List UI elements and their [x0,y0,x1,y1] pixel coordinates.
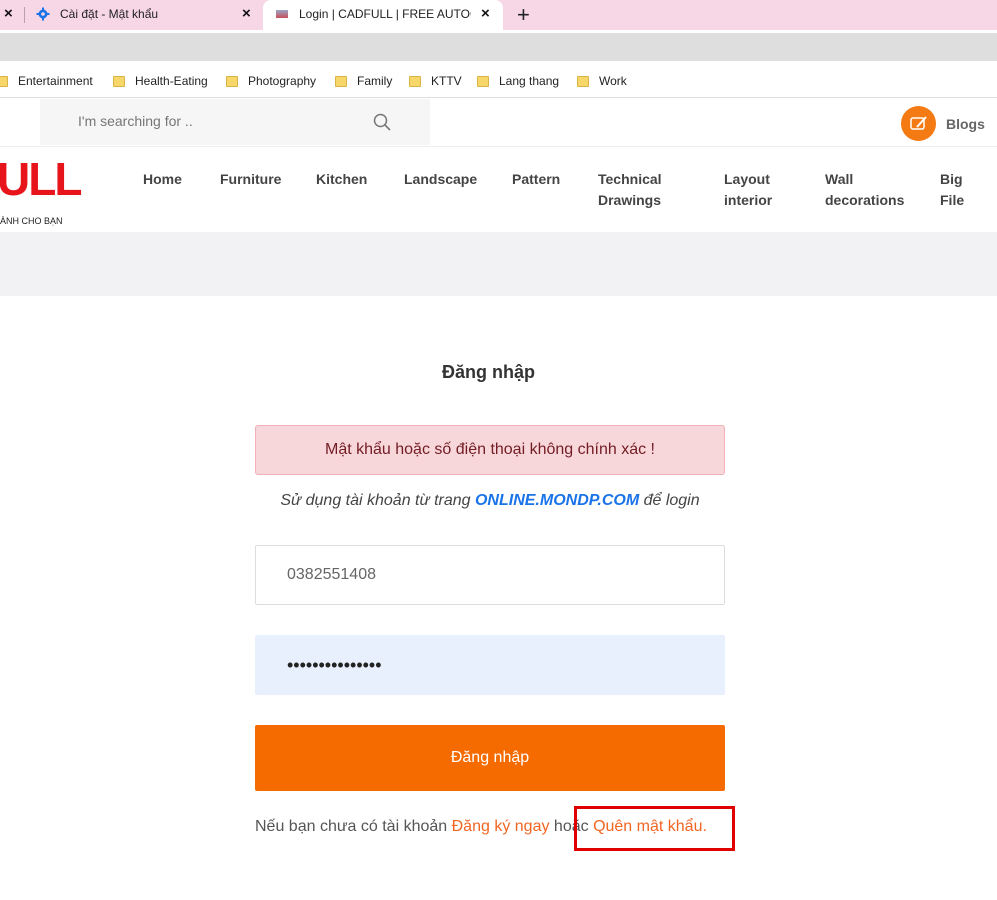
site-header: Blogs [0,99,997,147]
nav-item-layout-interior[interactable]: Layout interior [724,169,772,211]
search-box [40,99,430,145]
bookmark-label: Health-Eating [135,74,208,88]
nav-label: Home [143,171,182,187]
nav-label: Landscape [404,171,478,187]
search-icon[interactable] [373,113,391,136]
nav-label: Wall [825,171,854,187]
folder-icon [335,75,347,87]
bookmark-label: Photography [248,74,317,88]
login-hint: Sử dụng tài khoản từ trang ONLINE.MONDP.… [255,492,725,510]
nav-label: Big [940,171,963,187]
footer-prefix: Nếu bạn chưa có tài khoản [255,818,452,835]
tab-previous-partial[interactable]: × [0,0,24,30]
main-navigation: ULL ÀNH CHO BẠN Home Furniture Kitchen L… [0,148,997,232]
login-title: Đăng nhập [442,362,535,382]
bookmark-work[interactable]: Work [577,73,627,89]
folder-icon [577,75,589,87]
nav-item-big-file[interactable]: Big File [940,169,964,211]
tab-divider [24,7,25,23]
bookmark-health-eating[interactable]: Health-Eating [113,73,208,89]
nav-item-furniture[interactable]: Furniture [220,169,281,190]
close-tab-icon[interactable]: × [242,5,251,22]
tab-title: Login | CADFULL | FREE AUTOCAD [299,7,471,21]
tab-login-cadfull[interactable]: Login | CADFULL | FREE AUTOCAD × [263,0,503,30]
logo-text: ULL [0,153,82,205]
folder-icon [113,75,125,87]
error-message: Mật khẩu hoặc số điện thoại không chính … [325,441,655,458]
new-tab-button[interactable]: + [517,2,530,28]
browser-tab-strip: × Cài đặt - Mật khẩu × Login | CADFULL |… [0,0,997,30]
bookmarks-bar: Entertainment Health-Eating Photography … [0,64,997,98]
error-alert: Mật khẩu hoặc số điện thoại không chính … [255,425,725,475]
logo-tagline: ÀNH CHO BẠN [0,216,63,226]
blogs-link[interactable]: Blogs [901,106,985,141]
nav-label: File [940,192,965,208]
bookmark-kttv[interactable]: KTTV [409,73,462,89]
password-field[interactable] [255,635,725,695]
phone-field[interactable] [255,545,725,605]
bookmark-family[interactable]: Family [335,73,392,89]
hint-prefix: Sử dụng tài khoản từ trang [280,492,475,509]
gear-icon [36,7,50,24]
nav-label: Furniture [220,171,282,187]
bookmark-lang-thang[interactable]: Lang thang [477,73,559,89]
folder-icon [0,75,8,87]
folder-icon [409,75,421,87]
tab-title: Cài đặt - Mật khẩu [60,7,159,21]
nav-item-technical-drawings[interactable]: Technical Drawings [598,169,662,211]
nav-item-home[interactable]: Home [143,169,182,190]
nav-label: interior [724,192,773,208]
tab-settings-password[interactable]: Cài đặt - Mật khẩu × [26,0,262,30]
bookmark-label: Lang thang [499,74,560,88]
register-link[interactable]: Đăng ký ngay [452,818,550,835]
nav-label: Technical [598,171,662,187]
nav-item-wall-decorations[interactable]: Wall decorations [825,169,904,211]
site-logo[interactable]: ULL ÀNH CHO BẠN [0,153,82,226]
blogs-label: Blogs [946,115,985,132]
nav-label: Pattern [512,171,561,187]
bookmark-label: Entertainment [18,74,93,88]
search-input[interactable] [78,113,378,129]
close-tab-icon[interactable]: × [481,5,490,22]
nav-label: Kitchen [316,171,368,187]
folder-icon [477,75,489,87]
nav-item-pattern[interactable]: Pattern [512,169,560,190]
bookmark-label: Work [599,74,627,88]
nav-label: decorations [825,192,905,208]
bookmark-label: Family [357,74,393,88]
site-favicon [276,10,288,18]
bookmark-label: KTTV [431,74,462,88]
hint-suffix: để login [639,492,700,509]
bookmark-entertainment[interactable]: Entertainment [0,73,93,89]
folder-icon [226,75,238,87]
nav-item-landscape[interactable]: Landscape [404,169,477,190]
close-tab-icon[interactable]: × [4,5,13,22]
annotation-highlight-box [574,806,735,851]
hint-link[interactable]: ONLINE.MONDP.COM [475,492,639,509]
nav-label: Layout [724,171,770,187]
address-bar[interactable] [0,33,997,61]
nav-item-kitchen[interactable]: Kitchen [316,169,367,190]
login-button[interactable]: Đăng nhập [255,725,725,791]
nav-label: Drawings [598,192,662,208]
bookmark-photography[interactable]: Photography [226,73,316,89]
blog-pen-icon [901,106,936,141]
address-bar-row [0,30,997,64]
breadcrumb-band [0,232,997,296]
